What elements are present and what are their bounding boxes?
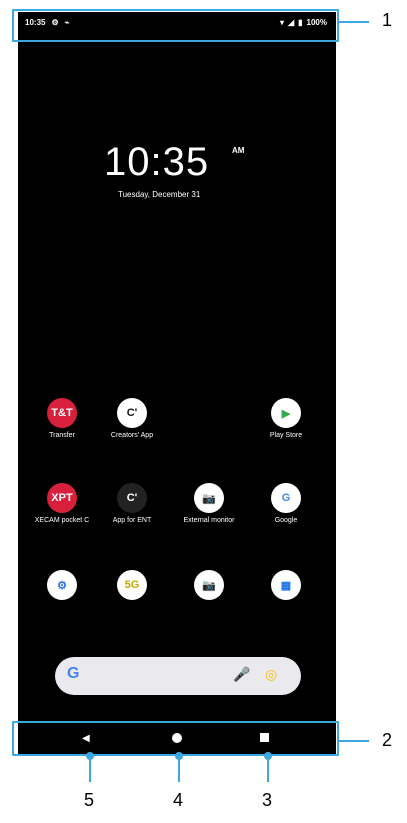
home-clock: 10:35 — [104, 140, 210, 184]
phone-screen — [18, 12, 336, 754]
google-logo-icon: G — [67, 665, 80, 682]
app-label: App for ENT — [112, 517, 152, 524]
app-icon: G — [271, 483, 301, 513]
google-search-widget[interactable]: G 🎤 ◎ — [55, 657, 301, 695]
app-icon: C' — [117, 483, 147, 513]
app-icon: T&T — [47, 398, 77, 428]
app-label: Google — [274, 517, 298, 524]
callout-5: 5 — [84, 790, 95, 810]
app-label: XECAM pocket C — [34, 517, 90, 524]
app-icon: 5G — [117, 570, 147, 600]
callout-2: 2 — [382, 730, 393, 750]
app-1[interactable]: C' Creators' App — [98, 398, 166, 439]
callout-1-line — [339, 21, 369, 23]
callout-4: 4 — [173, 790, 184, 810]
app-5[interactable]: 📷 External monitor — [175, 483, 243, 524]
app-6[interactable]: G Google — [252, 483, 320, 524]
app-label: Transfer — [49, 432, 75, 439]
app-label: Creators' App — [110, 432, 154, 439]
callout-3-line — [267, 752, 269, 782]
app-icon: 📷 — [194, 570, 224, 600]
app-icon: ▶ — [271, 398, 301, 428]
status-bar-highlight — [12, 9, 339, 42]
nav-bar-highlight — [12, 721, 339, 756]
callout-5-line — [89, 752, 91, 782]
callout-1: 1 — [382, 10, 393, 30]
app-3[interactable]: XPT XECAM pocket C — [28, 483, 96, 524]
lens-icon[interactable]: ◎ — [265, 666, 277, 683]
app-icon: XPT — [47, 483, 77, 513]
app-icon: ▦ — [271, 570, 301, 600]
app-label: External monitor — [183, 517, 235, 524]
home-date: Tuesday, December 31 — [118, 190, 201, 199]
app-icon: C' — [117, 398, 147, 428]
app-2[interactable]: ▶ Play Store — [252, 398, 320, 439]
app-0[interactable]: T&T Transfer — [28, 398, 96, 439]
home-ampm: AM — [232, 146, 245, 155]
app-8[interactable]: 5G — [98, 570, 166, 604]
app-label: Play Store — [269, 432, 303, 439]
app-icon: ⚙ — [47, 570, 77, 600]
app-10[interactable]: ▦ — [252, 570, 320, 604]
callout-4-line — [178, 752, 180, 782]
mic-icon[interactable]: 🎤 — [233, 666, 250, 683]
app-icon: 📷 — [194, 483, 224, 513]
app-7[interactable]: ⚙ — [28, 570, 96, 604]
app-9[interactable]: 📷 — [175, 570, 243, 604]
callout-2-line — [339, 740, 369, 742]
app-4[interactable]: C' App for ENT — [98, 483, 166, 524]
callout-3: 3 — [262, 790, 273, 810]
